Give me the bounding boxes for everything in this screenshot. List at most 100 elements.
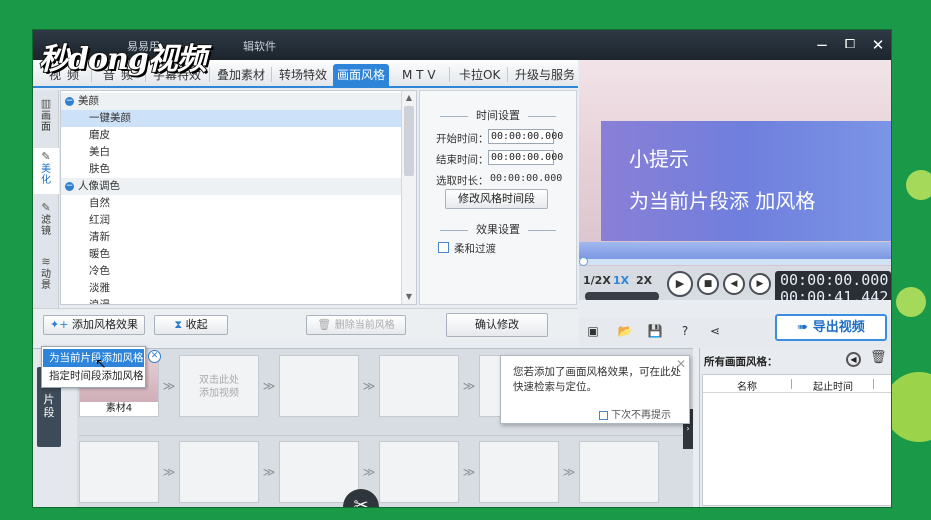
bg-decoration-circle-small bbox=[906, 170, 931, 200]
rail-label: 美化 bbox=[41, 164, 51, 186]
tab-overlay[interactable]: 叠加素材 bbox=[213, 64, 269, 86]
menu-add-current-clip[interactable]: 为当前片段添加风格 bbox=[43, 349, 144, 367]
rail-item-beautify[interactable]: ✎ 美化 bbox=[33, 148, 59, 194]
scroll-down-icon[interactable]: ▼ bbox=[402, 290, 416, 304]
end-time-field[interactable]: 00:00:00.000 bbox=[488, 150, 563, 165]
share-icon[interactable]: ⋖ bbox=[707, 324, 723, 340]
minimize-button[interactable]: − bbox=[811, 34, 833, 56]
trash-icon[interactable]: 🗑 bbox=[870, 350, 887, 365]
collapse-hourglass-icon: ⧗ bbox=[174, 318, 183, 331]
time-display: 00:00:00.000 00:00:41.442 bbox=[775, 271, 891, 300]
mouse-cursor: ↖ bbox=[95, 356, 107, 372]
locate-icon[interactable]: ◀ bbox=[846, 352, 861, 367]
confirm-modify-button[interactable]: 确认修改 bbox=[446, 313, 548, 337]
clip-label: 素材4 bbox=[80, 402, 158, 416]
tree-item-label: 美白 bbox=[89, 146, 110, 158]
no-more-prompt[interactable]: 下次不再提示 bbox=[599, 406, 671, 421]
next-frame-icon[interactable]: ▶ bbox=[749, 273, 771, 295]
tree-item[interactable]: 肤色 bbox=[61, 161, 401, 178]
rail-item-frame[interactable]: ▥ 画面 bbox=[33, 98, 59, 140]
audio-slot[interactable] bbox=[179, 441, 259, 503]
tree-item-label: 淡雅 bbox=[89, 282, 110, 294]
tree-item[interactable]: 暖色 bbox=[61, 246, 401, 263]
arrow-icon: ≫ bbox=[562, 465, 576, 479]
scroll-thumb[interactable] bbox=[404, 106, 414, 176]
no-more-label: 下次不再提示 bbox=[611, 410, 671, 421]
stop-icon[interactable]: ■ bbox=[697, 273, 719, 295]
tree-item[interactable]: 淡雅 bbox=[61, 280, 401, 297]
menu-add-time-range[interactable]: 指定时间段添加风格 bbox=[43, 367, 144, 385]
export-icon: ➠ bbox=[797, 320, 809, 335]
watermark-logo: 秒dong视频 bbox=[38, 34, 208, 78]
progress-knob[interactable] bbox=[579, 257, 588, 266]
tree-item[interactable]: 美白 bbox=[61, 144, 401, 161]
tab-upgrade[interactable]: 升级与服务 bbox=[511, 64, 579, 86]
rail-item-filter[interactable]: ✎ 滤镜 bbox=[33, 202, 59, 248]
tab-transitions[interactable]: 转场特效 bbox=[275, 64, 331, 86]
help-icon[interactable]: ? bbox=[677, 324, 693, 340]
audio-slot[interactable] bbox=[579, 441, 659, 503]
tree-item-label: 冷色 bbox=[89, 265, 110, 277]
no-more-checkbox[interactable] bbox=[599, 410, 608, 420]
speed-1x[interactable]: 1X bbox=[613, 274, 629, 287]
tree-item[interactable]: 一键美颜 bbox=[61, 110, 401, 127]
tree-item[interactable]: 红润 bbox=[61, 212, 401, 229]
start-time-field[interactable]: 00:00:00.000 bbox=[488, 129, 563, 144]
scroll-up-icon[interactable]: ▲ bbox=[402, 91, 416, 105]
tree-item[interactable]: 磨皮 bbox=[61, 127, 401, 144]
close-button[interactable]: ✕ bbox=[867, 34, 889, 56]
audio-slot[interactable] bbox=[79, 441, 159, 503]
collapse-icon[interactable]: − bbox=[65, 96, 74, 106]
tree-group-portrait[interactable]: − 人像调色 bbox=[61, 178, 401, 195]
empty-video-slot[interactable] bbox=[279, 355, 359, 417]
empty-video-slot[interactable]: 双击此处 添加视频 bbox=[179, 355, 259, 417]
menu-close-icon[interactable]: ✕ bbox=[148, 350, 161, 363]
sparkle-icon: ✦+ bbox=[50, 318, 69, 331]
delete-current-style-button[interactable]: 🗑 删除当前风格 bbox=[306, 315, 406, 335]
collapse-icon[interactable]: − bbox=[65, 181, 74, 191]
tree-group-beauty[interactable]: − 美颜 bbox=[61, 93, 401, 110]
save-icon[interactable]: 💾 bbox=[647, 324, 663, 340]
tree-group-label: 人像调色 bbox=[78, 180, 120, 192]
tree-item[interactable]: 自然 bbox=[61, 195, 401, 212]
tree-item-label: 暖色 bbox=[89, 248, 110, 260]
soft-transition-checkbox[interactable] bbox=[438, 242, 449, 253]
preview-toolbar: ▣ 📂 💾 ? ⋖ ➠ 导出视频 bbox=[579, 314, 891, 348]
speed-slider[interactable] bbox=[585, 292, 659, 300]
add-style-effect-button[interactable]: ✦+ 添加风格效果 bbox=[43, 315, 145, 335]
rail-label: 画面 bbox=[41, 111, 51, 133]
tab-mtv[interactable]: M T V bbox=[398, 64, 440, 86]
prev-frame-icon[interactable]: ◀ bbox=[723, 273, 745, 295]
tab-karaoke[interactable]: 卡拉OK bbox=[455, 64, 504, 86]
speed-2x[interactable]: 2X bbox=[636, 274, 652, 287]
snapshot-icon[interactable]: ▣ bbox=[585, 324, 601, 340]
playback-progress[interactable] bbox=[579, 257, 891, 266]
play-icon[interactable]: ▶ bbox=[667, 271, 693, 297]
empty-video-slot[interactable] bbox=[379, 355, 459, 417]
all-styles-panel: 所有画面风格： ◀ 🗑 名称 起止时间 bbox=[699, 348, 891, 507]
speed-half[interactable]: 1/2X bbox=[583, 274, 611, 287]
export-video-button[interactable]: ➠ 导出视频 bbox=[775, 314, 887, 341]
tab-picture-style[interactable]: 画面风格 bbox=[333, 64, 390, 86]
collapse-button[interactable]: ⧗ 收起 bbox=[154, 315, 228, 335]
window-title-right: 辑软件 bbox=[243, 40, 276, 53]
tree-item[interactable]: 清新 bbox=[61, 229, 401, 246]
rail-item-motion[interactable]: ≋ 动景 bbox=[33, 256, 59, 302]
settings-panel: 时间设置 开始时间： 00:00:00.000 结束时间： 00:00:00.0… bbox=[419, 90, 577, 305]
tree-scrollbar[interactable]: ▲ ▼ bbox=[401, 91, 416, 304]
tree-item-label: 清新 bbox=[89, 231, 110, 243]
tree-item[interactable]: 浪漫 bbox=[61, 297, 401, 304]
maximize-button[interactable]: ⧠ bbox=[839, 34, 861, 56]
audio-slot[interactable] bbox=[379, 441, 459, 503]
preview-canvas: 小提示 为当前片段添 加风格 bbox=[579, 60, 891, 266]
audio-slot[interactable] bbox=[479, 441, 559, 503]
open-folder-icon[interactable]: 📂 bbox=[617, 324, 633, 340]
arrow-icon: ≫ bbox=[362, 465, 376, 479]
export-label: 导出视频 bbox=[812, 320, 865, 335]
section-label: 时间设置 bbox=[476, 109, 520, 122]
modify-style-time-button[interactable]: 修改风格时间段 bbox=[445, 189, 548, 209]
tree-item[interactable]: 冷色 bbox=[61, 263, 401, 280]
arrow-icon: ≫ bbox=[162, 465, 176, 479]
tree-item-label: 一键美颜 bbox=[89, 112, 131, 124]
tip-text: 为当前片段添 加风格 bbox=[629, 189, 816, 213]
